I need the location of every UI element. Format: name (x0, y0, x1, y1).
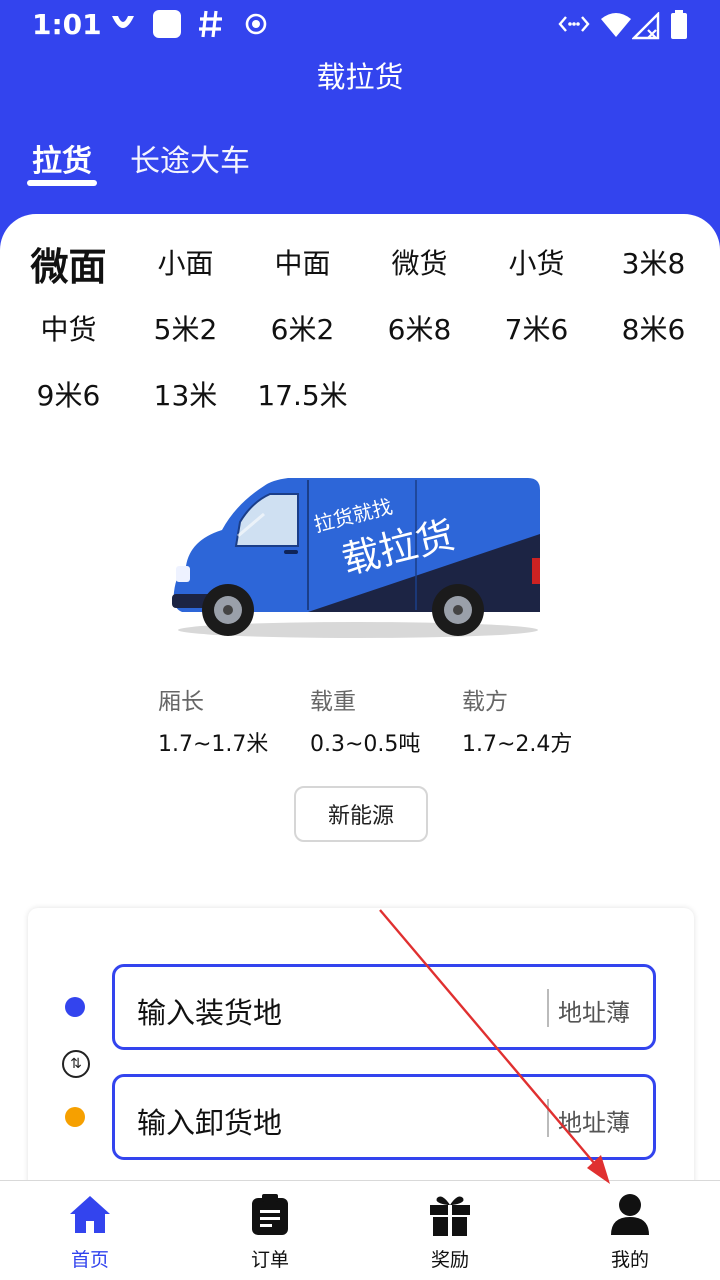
record-icon (245, 13, 267, 35)
hashtag-icon (199, 10, 222, 38)
vehicle-size-option[interactable]: 中货 (10, 308, 127, 348)
nav-rewards-label: 奖励 (430, 1249, 469, 1271)
data-sync-icon (558, 16, 590, 32)
clipboard-icon (252, 1194, 288, 1235)
battery-icon (671, 10, 687, 39)
load-address-placeholder: 输入装货地 (137, 996, 283, 1030)
spec-load-volume: 载方 1.7~2.4方 (462, 682, 572, 758)
unload-address-placeholder: 输入卸货地 (137, 1106, 283, 1140)
wifi-icon (601, 13, 631, 37)
nav-home-label: 首页 (70, 1249, 109, 1271)
vehicle-size-option[interactable]: 6米8 (361, 308, 478, 348)
vehicle-size-option[interactable]: 微面 (10, 236, 127, 291)
nav-orders[interactable]: 订单 (180, 1181, 360, 1280)
load-dot-icon (65, 997, 85, 1017)
gift-icon (430, 1196, 470, 1236)
van-image: 拉货就找 载拉货 (172, 478, 540, 638)
spec-value: 1.7~2.4方 (462, 732, 573, 757)
vehicle-size-option[interactable]: 6米2 (244, 308, 361, 348)
bottom-nav: 首页 订单 奖励 我的 (0, 1180, 720, 1280)
nav-profile-label: 我的 (610, 1249, 649, 1271)
vehicle-size-option[interactable]: 8米6 (595, 308, 712, 348)
nav-orders-label: 订单 (250, 1249, 289, 1271)
notification-icon (112, 16, 134, 28)
swap-address-icon[interactable]: ⇅ (62, 1050, 90, 1078)
vehicle-size-option[interactable]: 小面 (127, 242, 244, 282)
new-energy-button[interactable]: 新能源 (294, 786, 428, 842)
load-address-book-button[interactable]: 地址薄 (558, 993, 630, 1028)
spec-label: 载重 (310, 689, 356, 715)
vehicle-size-option[interactable]: 17.5米 (244, 374, 361, 414)
cellular-signal-icon (632, 12, 660, 40)
load-address-input[interactable]: 输入装货地 地址薄 (112, 964, 656, 1050)
nav-rewards[interactable]: 奖励 (360, 1181, 540, 1280)
vehicle-size-option[interactable]: 5米2 (127, 308, 244, 348)
spec-label: 载方 (462, 689, 508, 715)
divider (547, 1099, 549, 1137)
vehicle-size-option[interactable]: 小货 (478, 242, 595, 282)
spec-value: 0.3~0.5吨 (310, 732, 421, 757)
spec-load-weight: 载重 0.3~0.5吨 (310, 682, 420, 758)
vehicle-size-option[interactable]: 中面 (244, 242, 361, 282)
divider (547, 989, 549, 1027)
home-icon (70, 1196, 110, 1233)
vehicle-size-option[interactable]: 3米8 (595, 242, 712, 282)
user-icon (611, 1194, 649, 1235)
vehicle-size-option[interactable]: 13米 (127, 374, 244, 414)
vehicle-size-option[interactable]: 7米6 (478, 308, 595, 348)
tab-long-haul[interactable]: 长途大车 (130, 136, 250, 180)
unload-address-input[interactable]: 输入卸货地 地址薄 (112, 1074, 656, 1160)
app-square-icon (153, 10, 181, 38)
spec-label: 厢长 (158, 689, 204, 715)
nav-profile[interactable]: 我的 (540, 1181, 720, 1280)
tab-freight[interactable]: 拉货 (32, 136, 92, 180)
status-bar: 1:01 (0, 0, 720, 52)
vehicle-size-option[interactable]: 9米6 (10, 374, 127, 414)
app-title: 载拉货 (316, 60, 404, 94)
unload-address-book-button[interactable]: 地址薄 (558, 1103, 630, 1138)
active-tab-indicator (27, 180, 97, 186)
unload-dot-icon (65, 1107, 85, 1127)
spec-box-length: 厢长 1.7~1.7米 (158, 682, 268, 758)
status-time: 1:01 (32, 8, 102, 41)
vehicle-size-option[interactable]: 微货 (361, 242, 478, 282)
spec-value: 1.7~1.7米 (158, 732, 269, 757)
nav-home[interactable]: 首页 (0, 1181, 180, 1280)
